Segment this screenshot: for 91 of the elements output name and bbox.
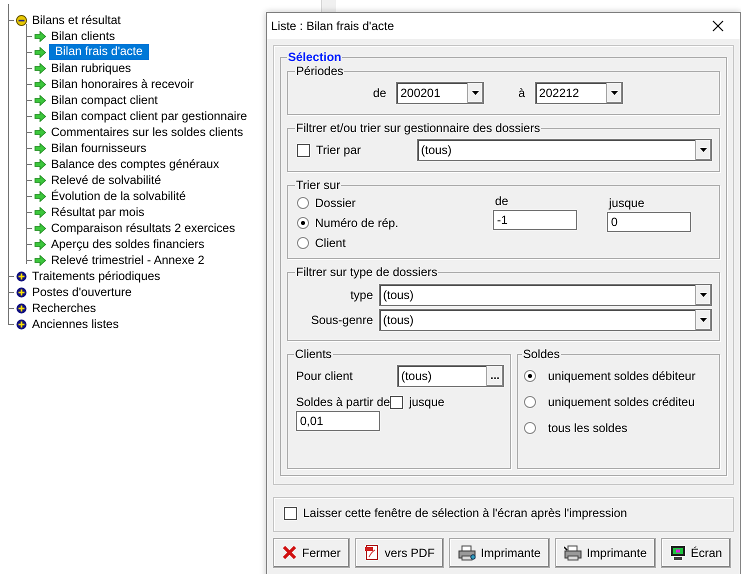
tree-item[interactable]: Relevé de solvabilité: [49, 172, 164, 188]
tree-item[interactable]: Résultat par mois: [49, 204, 146, 220]
tree-item[interactable]: Bilans et résultat: [30, 12, 123, 28]
arrow-icon: [34, 238, 46, 250]
manager-dropdown[interactable]: (tous): [417, 139, 712, 161]
group-title: Filtrer et/ou trier sur gestionnaire des dossiers: [295, 121, 542, 135]
field-label: Sous-genre: [310, 313, 374, 327]
group-title: Sélection: [287, 50, 342, 64]
monitor-icon: [670, 544, 686, 560]
sort-radio[interactable]: Client: [297, 236, 493, 250]
period-dropdown[interactable]: 200201: [396, 82, 484, 104]
tree-item[interactable]: Traitements périodiques: [30, 268, 162, 284]
printer-icon: [458, 544, 476, 560]
dropdown-arrow-icon[interactable]: [700, 318, 707, 322]
tree-item[interactable]: Commentaires sur les soldes clients: [49, 124, 246, 140]
input-field[interactable]: -1: [493, 210, 577, 230]
tree-item[interactable]: Balance des comptes généraux: [49, 156, 222, 172]
balance-radio[interactable]: uniquement soldes créditeu: [524, 395, 715, 409]
arrow-icon: [34, 254, 46, 266]
arrow-icon: [34, 78, 46, 90]
field-label: Soldes à partir de: [296, 395, 390, 409]
window-title: Liste : Bilan frais d'acte: [271, 19, 394, 33]
field-label: à: [518, 86, 526, 100]
input-field[interactable]: 0,01: [296, 411, 380, 431]
type-dropdown[interactable]: (tous): [379, 284, 712, 306]
arrow-icon: [34, 94, 46, 106]
sort-checkbox[interactable]: Trier par: [297, 143, 417, 157]
group-title: Trier sur: [295, 178, 342, 192]
arrow-icon: [34, 30, 46, 42]
dropdown-arrow-icon[interactable]: [700, 293, 707, 297]
client-field[interactable]: (tous) ...: [397, 365, 504, 387]
field-label: Pour client: [295, 369, 354, 383]
balance-radio[interactable]: uniquement soldes débiteur: [524, 369, 715, 383]
input-field[interactable]: 0: [607, 212, 691, 232]
tree-item[interactable]: Bilan honoraires à recevoir: [49, 76, 196, 92]
close-icon: [282, 545, 297, 560]
arrow-icon: [34, 110, 46, 122]
expand-icon[interactable]: [16, 270, 27, 282]
action-button[interactable]: vers PDF: [354, 538, 444, 568]
tree-item[interactable]: Évolution de la solvabilité: [49, 188, 188, 204]
tree-item[interactable]: Bilan compact client par gestionnaire: [49, 108, 250, 124]
tree-item[interactable]: Bilan clients: [49, 28, 118, 44]
tree-item[interactable]: Anciennes listes: [30, 316, 121, 332]
action-button[interactable]: Fermer: [273, 538, 350, 568]
arrow-icon: [34, 206, 46, 218]
period-dropdown[interactable]: 202212: [535, 82, 624, 104]
expand-icon[interactable]: [16, 286, 27, 298]
tree-item[interactable]: Relevé trimestriel - Annexe 2: [49, 252, 206, 268]
arrow-icon: [34, 158, 46, 170]
arrow-icon: [34, 62, 46, 74]
tree-item[interactable]: Aperçu des soldes financiers: [49, 236, 206, 252]
field-label: jusque: [608, 196, 646, 210]
arrow-icon: [34, 174, 46, 186]
field-label: de: [494, 194, 510, 208]
dropdown-arrow-icon[interactable]: [611, 91, 618, 95]
group-title: Filtrer sur type de dossiers: [295, 265, 438, 279]
tree-item[interactable]: Bilan fournisseurs: [49, 140, 148, 156]
tree-item[interactable]: Postes d'ouverture: [30, 284, 134, 300]
until-checkbox[interactable]: jusque: [390, 395, 444, 409]
sort-radio[interactable]: Numéro de rép.: [297, 216, 493, 230]
close-icon[interactable]: [712, 20, 724, 32]
arrow-icon: [34, 126, 46, 138]
tree-item[interactable]: Comparaison résultats 2 exercices: [49, 220, 238, 236]
group-title: Clients: [294, 347, 333, 361]
dropdown-arrow-icon[interactable]: [472, 91, 480, 95]
type-dropdown[interactable]: (tous): [379, 309, 712, 331]
browse-button[interactable]: ...: [486, 366, 503, 386]
tree-item[interactable]: Bilan frais d'acte: [49, 44, 149, 60]
printer-icon: [564, 544, 582, 560]
document-icon: [364, 544, 380, 561]
arrow-icon: [34, 190, 46, 202]
expand-icon[interactable]: [16, 318, 27, 330]
action-button[interactable]: Écran: [660, 538, 732, 568]
action-button[interactable]: Imprimante: [448, 538, 550, 568]
tree-item[interactable]: Recherches: [30, 300, 98, 316]
dropdown-arrow-icon[interactable]: [700, 148, 707, 152]
arrow-icon: [34, 222, 46, 234]
group-title: Soldes: [522, 348, 561, 361]
group-title: Périodes: [295, 64, 344, 78]
arrow-icon: [34, 142, 46, 154]
tree-item[interactable]: Bilan compact client: [49, 92, 160, 108]
action-button[interactable]: Imprimante: [554, 538, 656, 568]
expand-icon[interactable]: [16, 302, 27, 314]
field-label: de: [373, 86, 386, 100]
balance-radio[interactable]: tous les soldes: [524, 421, 715, 435]
arrow-icon: [34, 46, 46, 58]
collapse-icon[interactable]: [16, 14, 27, 26]
field-label: type: [349, 288, 374, 302]
tree-item[interactable]: Bilan rubriques: [49, 60, 134, 76]
sort-radio[interactable]: Dossier: [297, 196, 493, 210]
keep-open-checkbox[interactable]: Laisser cette fenêtre de sélection à l'écran après l'impression: [284, 506, 628, 520]
